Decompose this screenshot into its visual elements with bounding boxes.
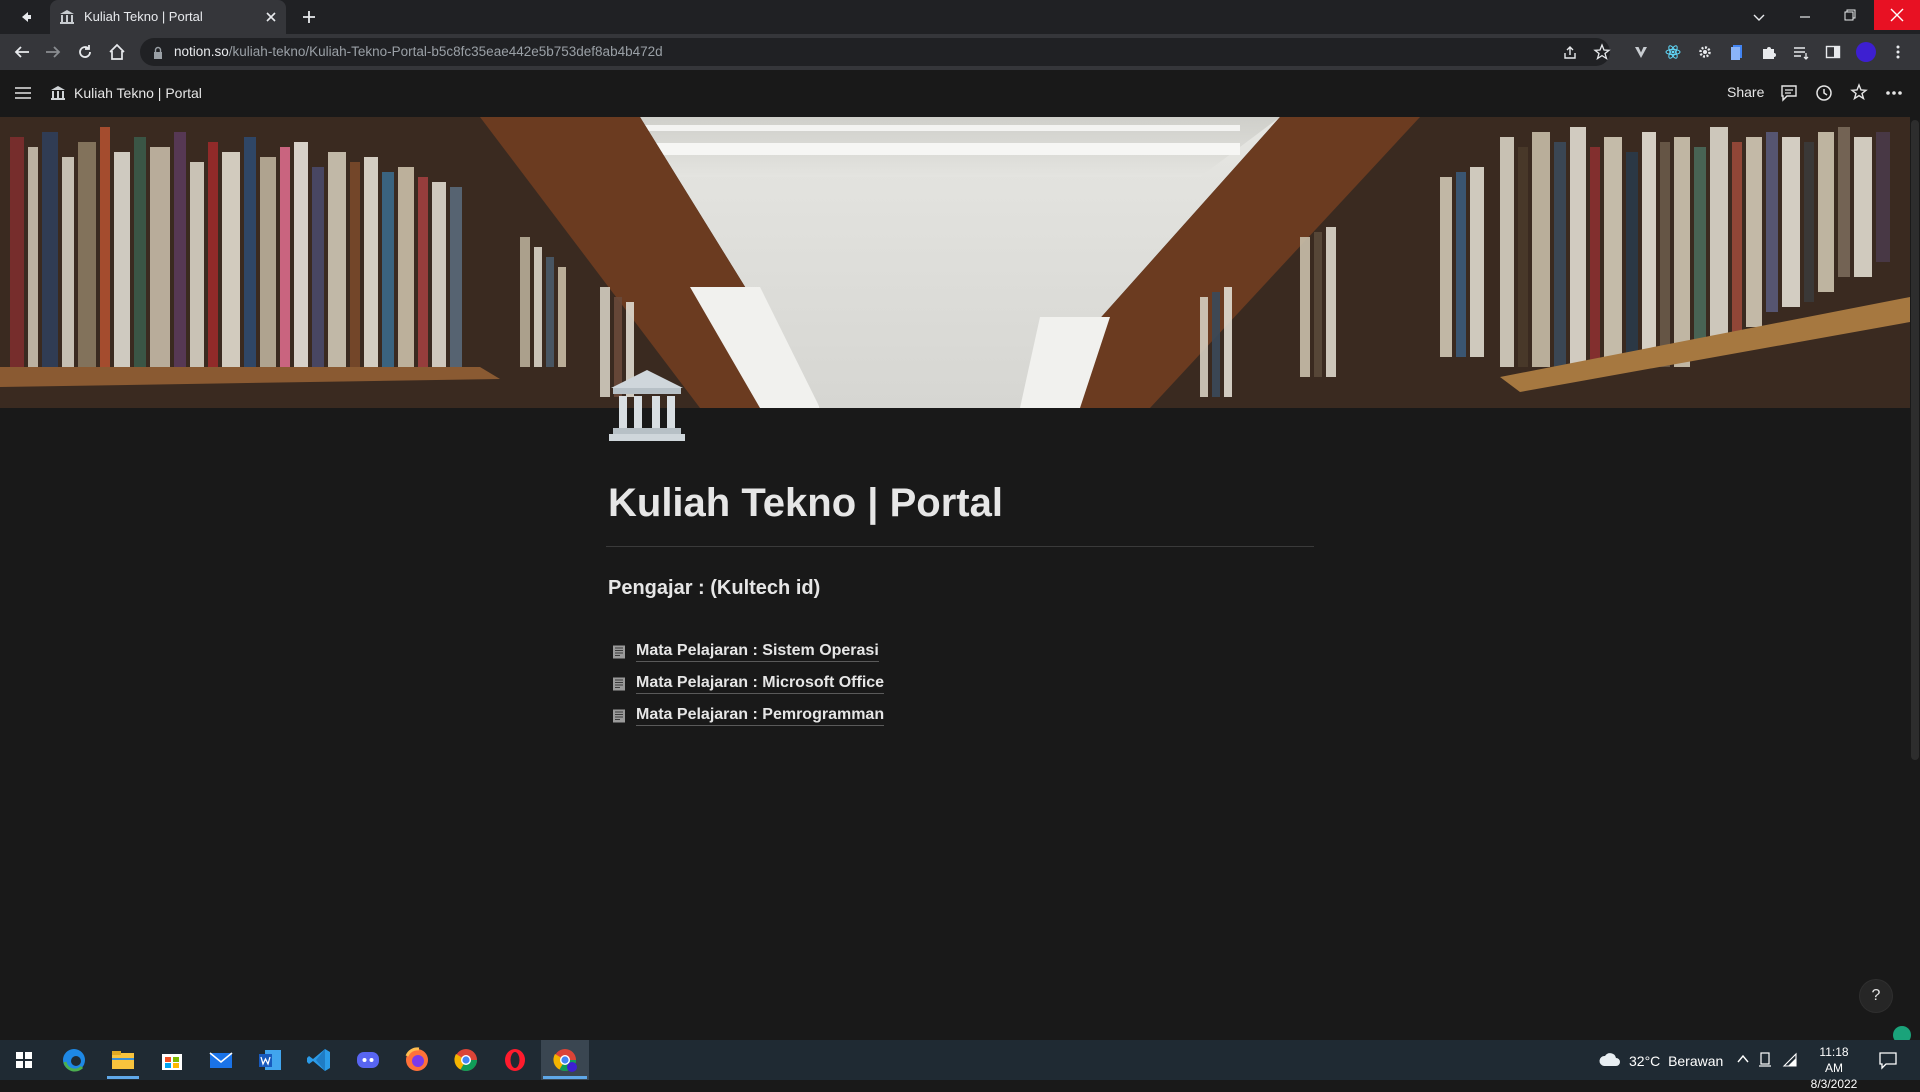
tray-chevron-up-icon[interactable] (1736, 1052, 1750, 1066)
weather-cloud-icon[interactable] (1598, 1050, 1622, 1070)
lock-icon[interactable] (152, 46, 164, 60)
favorite-star-icon[interactable] (1850, 83, 1868, 101)
active-app-indicator (107, 1076, 139, 1079)
url-domain: notion.so (174, 44, 229, 59)
clock[interactable]: 11:18 AM 8/3/2022 (1810, 1044, 1858, 1092)
sidebar-menu-icon[interactable] (14, 85, 32, 101)
more-options-icon[interactable] (1885, 84, 1903, 102)
forward-icon[interactable] (44, 44, 62, 60)
notification-center-icon[interactable] (1878, 1050, 1898, 1070)
scrollbar-thumb[interactable] (1911, 120, 1919, 760)
minimize-icon[interactable] (1798, 10, 1812, 24)
extension-v-icon[interactable] (1633, 44, 1649, 60)
extension-react-icon[interactable] (1665, 44, 1681, 60)
chrome-icon[interactable] (452, 1046, 480, 1074)
vscode-icon[interactable] (305, 1046, 333, 1074)
cover-image[interactable] (0, 117, 1910, 408)
windows-start-icon[interactable] (10, 1046, 38, 1074)
wifi-icon[interactable] (1782, 1052, 1798, 1068)
close-tab-icon[interactable] (264, 10, 278, 24)
firefox-icon[interactable] (403, 1046, 431, 1074)
help-button[interactable]: ? (1860, 980, 1892, 1012)
updates-clock-icon[interactable] (1815, 84, 1833, 102)
clock-date: 8/3/2022 (1810, 1077, 1858, 1091)
reading-list-icon[interactable] (1793, 44, 1809, 60)
page-link-icon (612, 709, 626, 723)
teacher-heading[interactable]: Pengajar : (Kultech id) (608, 577, 820, 600)
page-link-icon (612, 645, 626, 659)
clock-time: 11:18 AM (1819, 1045, 1849, 1075)
window-close-button[interactable] (1874, 0, 1920, 30)
side-panel-icon[interactable] (1825, 44, 1841, 60)
browser-menu-icon[interactable] (1890, 44, 1906, 60)
bank-icon (59, 9, 75, 25)
tab-list-chevron-icon[interactable] (1752, 10, 1766, 24)
page-link-icon (612, 677, 626, 691)
weather-widget[interactable]: 32°C Berawan (1629, 1053, 1723, 1069)
active-app-indicator (543, 1076, 587, 1079)
profile-avatar[interactable] (1856, 42, 1876, 62)
url-text[interactable]: notion.so/kuliah-tekno/Kuliah-Tekno-Port… (174, 44, 663, 59)
restore-icon[interactable] (1843, 8, 1857, 22)
page-bank-icon[interactable] (607, 366, 687, 444)
word-icon[interactable] (256, 1046, 284, 1074)
home-icon[interactable] (108, 43, 126, 61)
extensions-puzzle-icon[interactable] (1761, 44, 1777, 60)
edge-icon[interactable] (60, 1046, 88, 1074)
page-link-pemrogramman[interactable]: Mata Pelajaran : Pemrogramman (636, 705, 885, 726)
browser-tab-strip (0, 0, 1920, 34)
comments-icon[interactable] (1780, 84, 1798, 102)
divider (606, 546, 1314, 547)
discord-icon[interactable] (354, 1046, 382, 1074)
tab-title: Kuliah Tekno | Portal (84, 9, 203, 24)
share-button[interactable]: Share (1727, 84, 1764, 100)
extension-gear-icon[interactable] (1697, 44, 1713, 60)
weather-temperature: 32°C (1629, 1053, 1661, 1069)
share-page-icon[interactable] (1562, 44, 1578, 60)
back-icon[interactable] (13, 44, 31, 60)
bookmark-star-icon[interactable] (1593, 43, 1611, 61)
reload-icon[interactable] (76, 43, 94, 61)
page-link-sistem-operasi[interactable]: Mata Pelajaran : Sistem Operasi (636, 641, 879, 662)
extension-docs-icon[interactable] (1729, 44, 1745, 60)
page-title[interactable]: Kuliah Tekno | Portal (608, 481, 1003, 526)
breadcrumb[interactable]: Kuliah Tekno | Portal (74, 85, 202, 101)
mail-icon[interactable] (207, 1046, 235, 1074)
microsoft-store-icon[interactable] (158, 1046, 186, 1074)
weather-condition: Berawan (1668, 1053, 1724, 1069)
page-link-microsoft-office[interactable]: Mata Pelajaran : Microsoft Office (636, 673, 885, 694)
breadcrumb-bank-icon (50, 85, 66, 101)
chrome-active-icon[interactable] (551, 1046, 579, 1074)
opera-icon[interactable] (501, 1046, 529, 1074)
tray-device-icon[interactable] (1758, 1052, 1772, 1068)
notion-topbar (0, 70, 1920, 117)
new-tab-icon[interactable] (301, 9, 317, 25)
file-explorer-icon[interactable] (109, 1046, 137, 1074)
tab-search-back-icon[interactable] (18, 9, 34, 25)
url-path: /kuliah-tekno/Kuliah-Tekno-Portal-b5c8fc… (228, 44, 663, 59)
